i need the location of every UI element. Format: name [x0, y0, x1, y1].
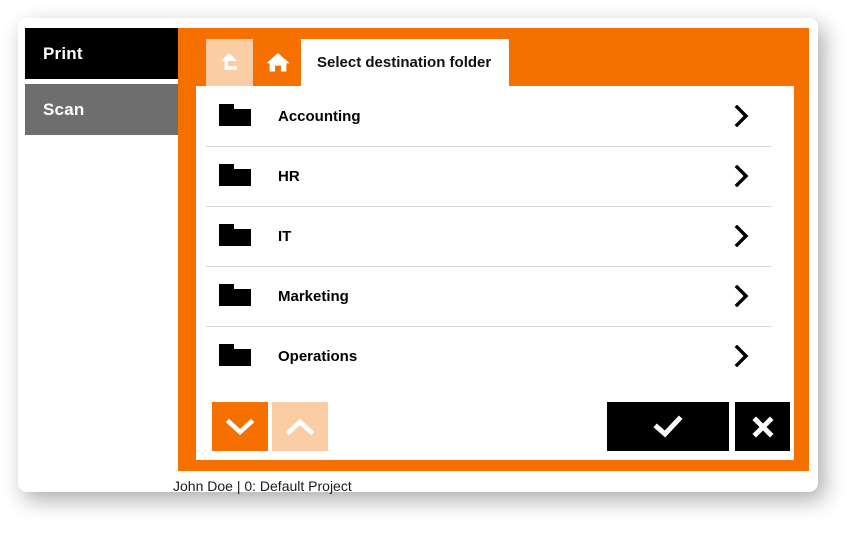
chevron-right-icon: [734, 345, 750, 367]
folder-name: Marketing: [278, 288, 349, 305]
dialog-action-bar: [196, 402, 794, 452]
scroll-up-button[interactable]: [272, 402, 328, 451]
dialog-content: Accounting: [196, 86, 794, 460]
scroll-down-button[interactable]: [212, 402, 268, 451]
folder-icon: [218, 102, 252, 130]
nav-home-button[interactable]: [254, 39, 301, 86]
sidebar-item-scan[interactable]: Scan: [25, 84, 178, 135]
sidebar-item-print[interactable]: Print: [25, 28, 178, 79]
status-text: John Doe | 0: Default Project: [173, 478, 352, 494]
sidebar-item-label: Print: [43, 44, 83, 64]
chevron-right-icon: [734, 105, 750, 127]
sidebar: Print Scan: [25, 28, 178, 135]
folder-icon: [218, 222, 252, 250]
nav-up-level-button[interactable]: [206, 39, 253, 86]
list-item[interactable]: Operations: [196, 326, 794, 386]
sidebar-item-label: Scan: [43, 100, 84, 120]
dialog-title-tab: Select destination folder: [301, 39, 509, 86]
chevron-right-icon: [734, 285, 750, 307]
chevron-up-icon: [286, 418, 314, 436]
destination-folder-dialog: Select destination folder Accounting: [178, 28, 809, 471]
chevron-right-icon: [734, 165, 750, 187]
close-icon: [752, 416, 774, 438]
check-icon: [652, 415, 684, 439]
cancel-button[interactable]: [735, 402, 790, 451]
folder-name: HR: [278, 168, 300, 185]
folder-icon: [218, 162, 252, 190]
dialog-header: Select destination folder: [178, 28, 809, 80]
chevron-right-icon: [734, 225, 750, 247]
folder-list: Accounting: [196, 86, 794, 390]
folder-icon: [218, 282, 252, 310]
confirm-button[interactable]: [607, 402, 729, 451]
page-title: Select destination folder: [317, 54, 491, 71]
home-icon: [265, 50, 291, 76]
device-window: Print Scan: [18, 18, 818, 492]
list-item[interactable]: Accounting: [196, 86, 794, 146]
list-item[interactable]: Marketing: [196, 266, 794, 326]
folder-name: IT: [278, 228, 291, 245]
screen: Print Scan: [0, 0, 865, 545]
status-bar: John Doe | 0: Default Project: [18, 478, 818, 494]
arrow-up-level-icon: [217, 50, 243, 76]
chevron-down-icon: [226, 418, 254, 436]
list-item[interactable]: IT: [196, 206, 794, 266]
list-item[interactable]: HR: [196, 146, 794, 206]
folder-icon: [218, 342, 252, 370]
folder-name: Operations: [278, 348, 357, 365]
folder-name: Accounting: [278, 108, 361, 125]
